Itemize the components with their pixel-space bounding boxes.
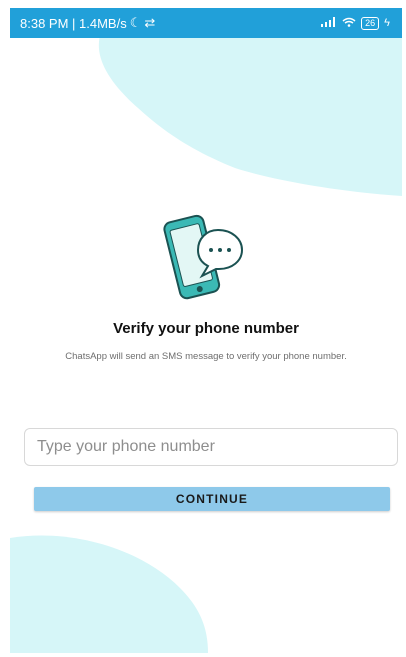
status-bar: 8:38 PM | 1.4MB/s ☾ ⇄ 26 ϟ	[10, 8, 402, 38]
moon-icon: ☾	[129, 15, 142, 30]
page-subtitle: ChatsApp will send an SMS message to ver…	[65, 351, 347, 362]
status-bar-left: 8:38 PM | 1.4MB/s ☾ ⇄	[20, 15, 155, 31]
signal-bars-icon	[321, 16, 337, 30]
app-screen: 8:38 PM | 1.4MB/s ☾ ⇄ 26 ϟ Verify your p…	[10, 8, 402, 653]
status-time-network: 8:38 PM | 1.4MB/s	[20, 15, 127, 31]
page-title: Verify your phone number	[113, 320, 299, 337]
status-bar-right: 26 ϟ	[321, 16, 390, 30]
continue-button[interactable]: CONTINUE	[34, 487, 390, 511]
top-decorative-blob	[98, 30, 402, 196]
charging-bolt-icon: ϟ	[384, 17, 390, 29]
cross-arrows-icon: ⇄	[144, 15, 156, 30]
phone-chat-bubble-icon	[162, 208, 268, 305]
phone-number-input[interactable]	[24, 428, 398, 466]
wifi-icon	[342, 17, 356, 30]
battery-indicator: 26	[361, 16, 380, 30]
bottom-decorative-blob	[10, 535, 208, 653]
